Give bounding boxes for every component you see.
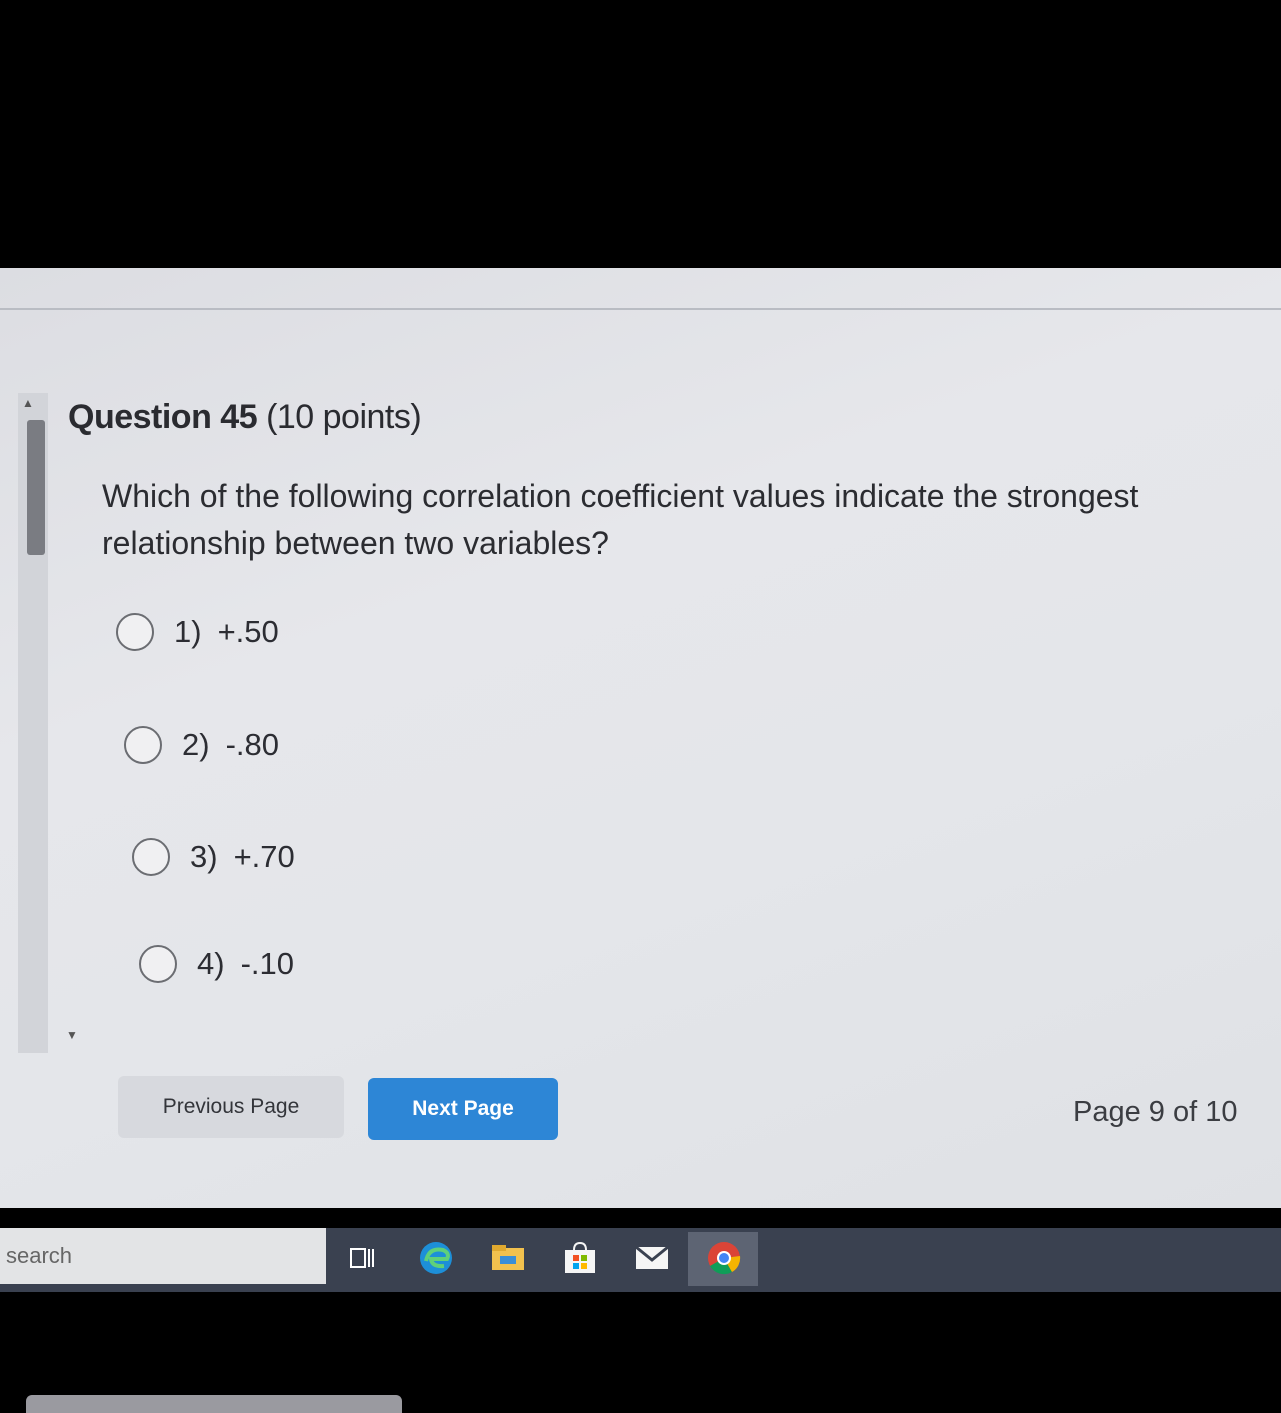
option-value: -.10 [240, 946, 294, 981]
search-placeholder: search [6, 1243, 73, 1268]
answer-option-4[interactable]: 4) -.10 [139, 945, 294, 983]
option-number: 1) [174, 614, 202, 649]
question-text: Which of the following correlation coeff… [102, 478, 1139, 561]
radio-button[interactable] [132, 838, 170, 876]
option-value: +.70 [233, 839, 295, 874]
laptop-bezel-sticker [26, 1395, 402, 1413]
chrome-icon[interactable] [704, 1238, 744, 1278]
task-view-icon[interactable] [342, 1238, 382, 1278]
option-number: 4) [197, 946, 225, 981]
store-icon[interactable] [560, 1238, 600, 1278]
taskbar-search-box[interactable]: search [0, 1228, 326, 1284]
option-number: 2) [182, 727, 210, 762]
scroll-up-arrow-icon[interactable]: ▲ [22, 396, 34, 410]
next-page-button[interactable]: Next Page [368, 1078, 558, 1140]
edge-icon[interactable] [416, 1238, 456, 1278]
radio-button[interactable] [124, 726, 162, 764]
answer-option-2[interactable]: 2) -.80 [124, 726, 279, 764]
quiz-screen: ▲ ▼ Question 45 (10 points) Which of the… [0, 268, 1281, 1208]
question-points: (10 points) [266, 398, 422, 436]
scroll-down-arrow-icon[interactable]: ▼ [66, 1028, 78, 1042]
page-indicator: Page 9 of 10 [1073, 1096, 1238, 1128]
option-value: +.50 [217, 614, 279, 649]
windows-taskbar: search [0, 1228, 1281, 1292]
file-explorer-icon[interactable] [488, 1238, 528, 1278]
mail-icon[interactable] [632, 1238, 672, 1278]
question-number: Question 45 [68, 398, 258, 436]
option-number: 3) [190, 839, 218, 874]
previous-page-button[interactable]: Previous Page [118, 1076, 344, 1138]
answer-option-3[interactable]: 3) +.70 [132, 838, 295, 876]
option-value: -.80 [225, 727, 279, 762]
radio-button[interactable] [139, 945, 177, 983]
radio-button[interactable] [116, 613, 154, 651]
question-title: Question 45 (10 points) [68, 398, 422, 437]
scrollbar-thumb[interactable] [27, 420, 45, 555]
answer-option-1[interactable]: 1) +.50 [116, 613, 279, 651]
header-divider [0, 308, 1281, 310]
